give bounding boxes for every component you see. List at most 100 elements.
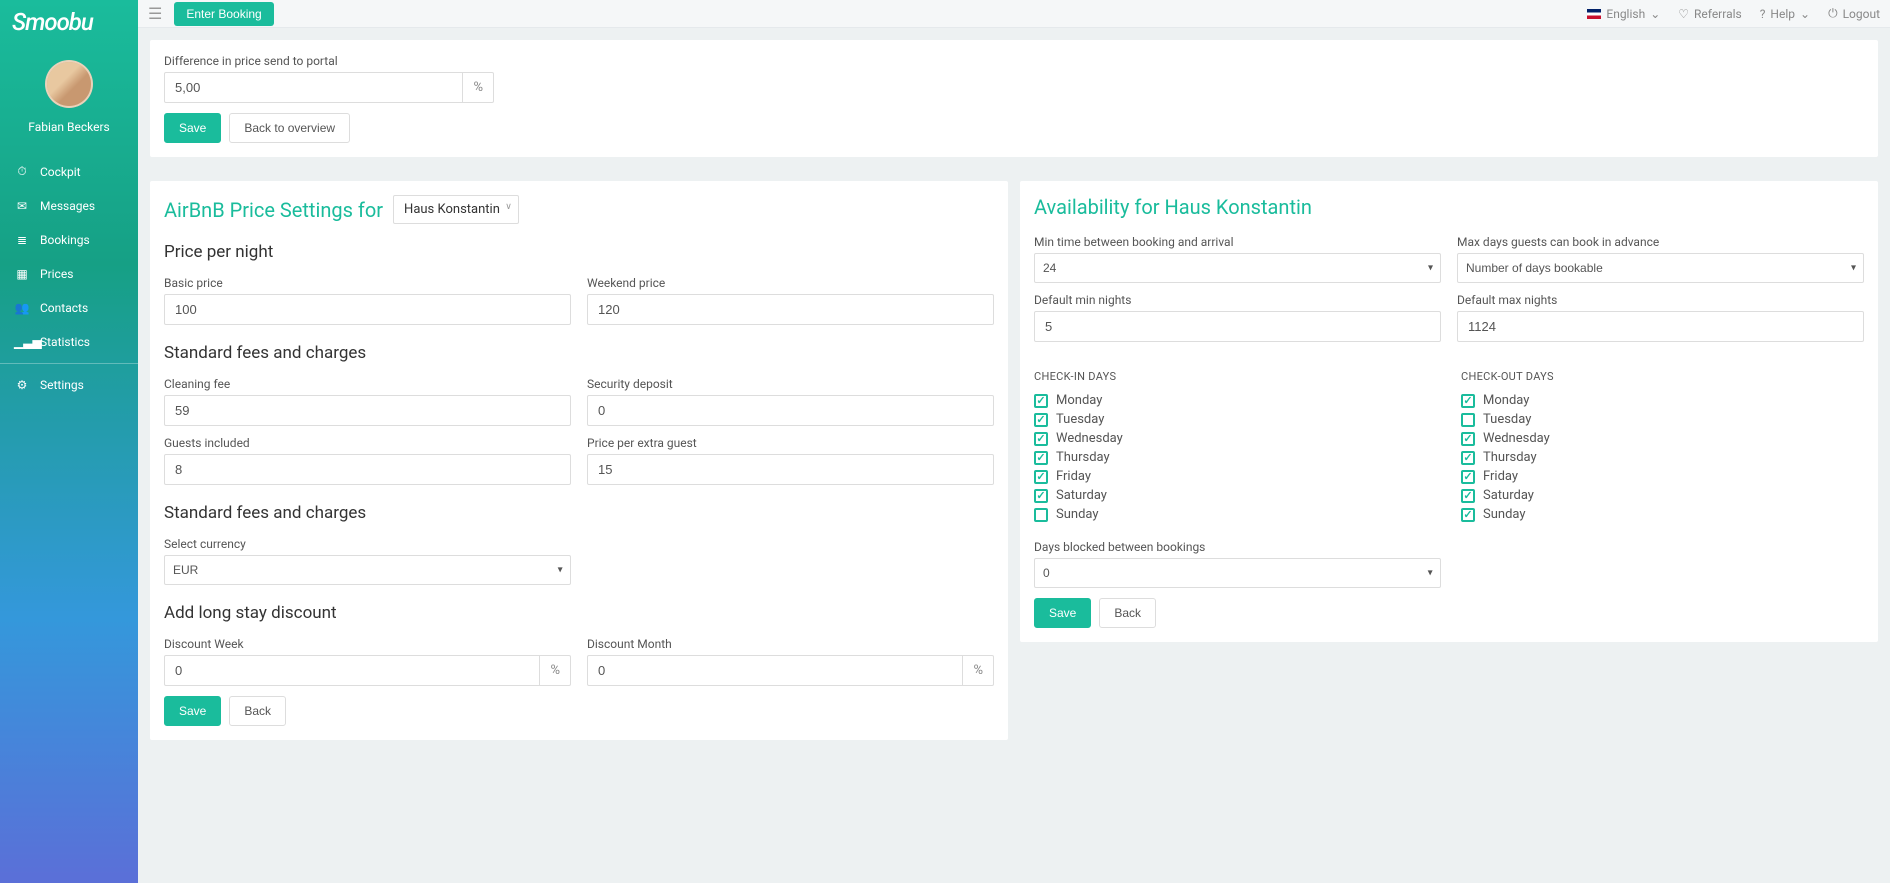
basic-price-label: Basic price bbox=[164, 276, 571, 290]
checkin-day-thursday[interactable]: Thursday bbox=[1034, 450, 1437, 465]
checkout-day-thursday[interactable]: Thursday bbox=[1461, 450, 1864, 465]
nav-icon: ≣ bbox=[14, 233, 30, 247]
checkbox[interactable] bbox=[1034, 451, 1048, 465]
checkout-day-sunday[interactable]: Sunday bbox=[1461, 507, 1864, 522]
day-label: Friday bbox=[1056, 469, 1091, 484]
language-switcher[interactable]: English ⌄ bbox=[1587, 7, 1660, 21]
security-deposit-input[interactable] bbox=[587, 395, 994, 426]
guests-included-input[interactable] bbox=[164, 454, 571, 485]
checkbox[interactable] bbox=[1034, 470, 1048, 484]
checkbox[interactable] bbox=[1034, 394, 1048, 408]
checkbox[interactable] bbox=[1461, 413, 1475, 427]
price-per-extra-input[interactable] bbox=[587, 454, 994, 485]
day-label: Friday bbox=[1483, 469, 1518, 484]
percent-addon: % bbox=[963, 655, 994, 686]
save-button[interactable]: Save bbox=[164, 696, 221, 726]
topbar: ☰ Enter Booking English ⌄ ♡ Referrals ? … bbox=[138, 0, 1890, 28]
help-link[interactable]: ? Help ⌄ bbox=[1760, 7, 1810, 21]
chevron-down-icon: ⌄ bbox=[1800, 7, 1810, 21]
price-settings-title: AirBnB Price Settings for bbox=[164, 198, 383, 222]
checkout-day-wednesday[interactable]: Wednesday bbox=[1461, 431, 1864, 446]
day-label: Saturday bbox=[1483, 488, 1534, 503]
checkbox[interactable] bbox=[1034, 508, 1048, 522]
day-label: Sunday bbox=[1483, 507, 1526, 522]
day-label: Wednesday bbox=[1056, 431, 1123, 446]
checkbox[interactable] bbox=[1461, 489, 1475, 503]
language-label: English bbox=[1606, 7, 1645, 21]
checkout-day-friday[interactable]: Friday bbox=[1461, 469, 1864, 484]
checkin-day-sunday[interactable]: Sunday bbox=[1034, 507, 1437, 522]
discount-month-input[interactable] bbox=[587, 655, 963, 686]
percent-addon: % bbox=[540, 655, 571, 686]
weekend-price-input[interactable] bbox=[587, 294, 994, 325]
default-max-input[interactable] bbox=[1457, 311, 1864, 342]
checkbox[interactable] bbox=[1034, 489, 1048, 503]
sidebar-nav: ⏱Cockpit✉Messages≣Bookings▦Prices👥Contac… bbox=[0, 154, 138, 402]
back-button[interactable]: Back bbox=[229, 696, 286, 726]
percent-addon: % bbox=[463, 72, 494, 103]
basic-price-input[interactable] bbox=[164, 294, 571, 325]
checkin-day-tuesday[interactable]: Tuesday bbox=[1034, 412, 1437, 427]
nav-label: Settings bbox=[40, 378, 84, 392]
checkin-day-monday[interactable]: Monday bbox=[1034, 393, 1437, 408]
nav-icon: ✉ bbox=[14, 199, 30, 213]
nav-label: Cockpit bbox=[40, 165, 81, 179]
menu-toggle-icon[interactable]: ☰ bbox=[148, 4, 162, 23]
currency-select[interactable]: EUR bbox=[164, 555, 571, 585]
day-label: Tuesday bbox=[1483, 412, 1531, 427]
nav-prices[interactable]: ▦Prices bbox=[0, 257, 138, 291]
fees-heading-2: Standard fees and charges bbox=[164, 503, 994, 523]
day-label: Sunday bbox=[1056, 507, 1099, 522]
currency-label: Select currency bbox=[164, 537, 571, 551]
save-button[interactable]: Save bbox=[164, 113, 221, 143]
nav-statistics[interactable]: ▁▃▅Statistics bbox=[0, 325, 138, 359]
max-days-label: Max days guests can book in advance bbox=[1457, 235, 1864, 249]
checkout-heading: CHECK-OUT DAYS bbox=[1461, 370, 1864, 383]
nav-cockpit[interactable]: ⏱Cockpit bbox=[0, 154, 138, 189]
avatar[interactable] bbox=[45, 60, 93, 108]
save-button[interactable]: Save bbox=[1034, 598, 1091, 628]
back-button[interactable]: Back bbox=[1099, 598, 1156, 628]
blocked-select[interactable]: 0 bbox=[1034, 558, 1441, 588]
referrals-link[interactable]: ♡ Referrals bbox=[1678, 7, 1741, 21]
checkbox[interactable] bbox=[1034, 432, 1048, 446]
checkin-day-saturday[interactable]: Saturday bbox=[1034, 488, 1437, 503]
brand-logo: Smoobu bbox=[0, 0, 138, 44]
logout-link[interactable]: ⏻ Logout bbox=[1828, 6, 1880, 21]
max-days-select[interactable]: Number of days bookable bbox=[1457, 253, 1864, 283]
checkbox[interactable] bbox=[1461, 394, 1475, 408]
price-diff-panel: Difference in price send to portal % Sav… bbox=[150, 40, 1878, 157]
cleaning-fee-input[interactable] bbox=[164, 395, 571, 426]
nav-messages[interactable]: ✉Messages bbox=[0, 189, 138, 223]
min-time-select[interactable]: 24 bbox=[1034, 253, 1441, 283]
checkbox[interactable] bbox=[1461, 432, 1475, 446]
nav-bookings[interactable]: ≣Bookings bbox=[0, 223, 138, 257]
discount-heading: Add long stay discount bbox=[164, 603, 994, 623]
checkin-day-friday[interactable]: Friday bbox=[1034, 469, 1437, 484]
back-button[interactable]: Back to overview bbox=[229, 113, 350, 143]
nav-icon: ⚙ bbox=[14, 378, 30, 392]
default-min-input[interactable] bbox=[1034, 311, 1441, 342]
checkbox[interactable] bbox=[1461, 470, 1475, 484]
power-icon: ⏻ bbox=[1828, 6, 1838, 21]
discount-week-input[interactable] bbox=[164, 655, 540, 686]
enter-booking-button[interactable]: Enter Booking bbox=[174, 2, 273, 26]
nav-settings[interactable]: ⚙ Settings bbox=[0, 368, 138, 402]
checkbox[interactable] bbox=[1461, 508, 1475, 522]
property-select[interactable]: Haus Konstantin bbox=[393, 195, 519, 224]
day-label: Thursday bbox=[1483, 450, 1537, 465]
checkout-day-saturday[interactable]: Saturday bbox=[1461, 488, 1864, 503]
checkin-day-wednesday[interactable]: Wednesday bbox=[1034, 431, 1437, 446]
checkout-day-monday[interactable]: Monday bbox=[1461, 393, 1864, 408]
diff-label: Difference in price send to portal bbox=[164, 54, 1864, 68]
default-max-label: Default max nights bbox=[1457, 293, 1864, 307]
nav-contacts[interactable]: 👥Contacts bbox=[0, 291, 138, 325]
checkbox[interactable] bbox=[1461, 451, 1475, 465]
weekend-price-label: Weekend price bbox=[587, 276, 994, 290]
discount-week-label: Discount Week bbox=[164, 637, 571, 651]
profile: Fabian Beckers bbox=[0, 44, 138, 142]
checkout-day-tuesday[interactable]: Tuesday bbox=[1461, 412, 1864, 427]
price-settings-panel: AirBnB Price Settings for Haus Konstanti… bbox=[150, 181, 1008, 740]
diff-input[interactable] bbox=[164, 72, 463, 103]
checkbox[interactable] bbox=[1034, 413, 1048, 427]
